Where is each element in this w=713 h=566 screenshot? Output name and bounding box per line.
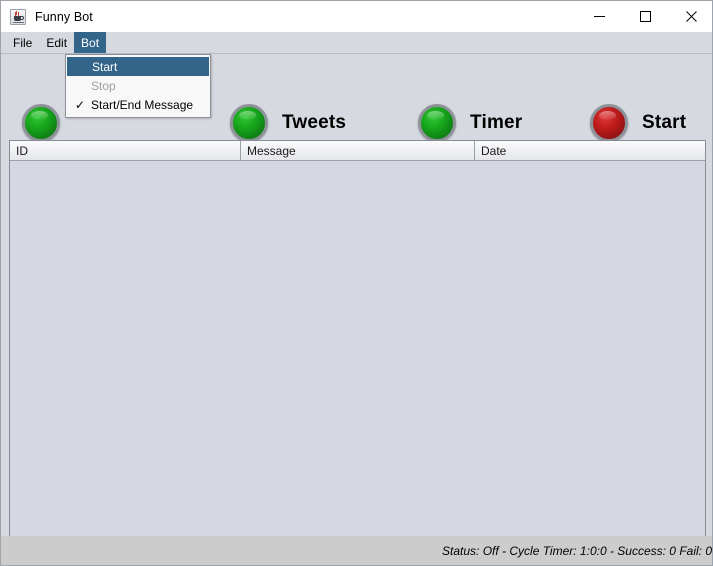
- application-window: Funny Bot File Edit Bot Tweets Timer Sta…: [0, 0, 713, 566]
- bot-dropdown-menu: Start Stop ✓ Start/End Message: [65, 54, 211, 118]
- java-coffee-cup-icon: [10, 8, 26, 25]
- dropdown-item-start-end-message[interactable]: ✓ Start/End Message: [66, 95, 210, 114]
- column-header-date[interactable]: Date: [475, 141, 705, 160]
- tweets-led-group[interactable]: Tweets: [230, 104, 346, 142]
- minimize-button[interactable]: [576, 1, 622, 32]
- close-button[interactable]: [668, 1, 712, 32]
- dropdown-item-stop: Stop: [66, 76, 210, 95]
- close-icon: [685, 11, 697, 22]
- timer-led[interactable]: [418, 104, 456, 142]
- start-led-label: Start: [642, 112, 687, 133]
- tweets-led-label: Tweets: [282, 112, 347, 133]
- column-header-id[interactable]: ID: [10, 141, 241, 160]
- start-led-group[interactable]: Start: [590, 104, 686, 142]
- minimize-icon: [593, 16, 605, 17]
- dropdown-item-start-end-message-label: Start/End Message: [91, 97, 194, 112]
- menu-item-file[interactable]: File: [6, 32, 39, 53]
- menu-item-bot[interactable]: Bot: [74, 32, 107, 53]
- status-bar-text: Status: Off - Cycle Timer: 1:0:0 - Succe…: [442, 543, 712, 558]
- dropdown-item-stop-label: Stop: [91, 78, 116, 93]
- tweets-led[interactable]: [230, 104, 268, 142]
- column-header-message[interactable]: Message: [241, 141, 475, 160]
- status-led[interactable]: [22, 104, 60, 142]
- title-bar: Funny Bot: [1, 1, 712, 33]
- start-led[interactable]: [590, 104, 628, 142]
- menu-item-edit[interactable]: Edit: [39, 32, 74, 53]
- maximize-icon: [639, 11, 651, 22]
- timer-led-label: Timer: [470, 112, 523, 133]
- timer-led-group[interactable]: Timer: [418, 104, 522, 142]
- messages-table: ID Message Date: [9, 140, 706, 537]
- checkmark-icon: ✓: [75, 97, 86, 112]
- maximize-button[interactable]: [622, 1, 668, 32]
- status-bar: Status: Off - Cycle Timer: 1:0:0 - Succe…: [1, 536, 712, 565]
- window-controls: [576, 1, 712, 32]
- dropdown-item-start-label: Start: [92, 59, 118, 74]
- table-header-row: ID Message Date: [10, 141, 705, 161]
- table-body[interactable]: [10, 161, 705, 536]
- menu-bar: File Edit Bot: [1, 32, 712, 54]
- window-title: Funny Bot: [35, 9, 93, 24]
- dropdown-item-start[interactable]: Start: [67, 57, 209, 76]
